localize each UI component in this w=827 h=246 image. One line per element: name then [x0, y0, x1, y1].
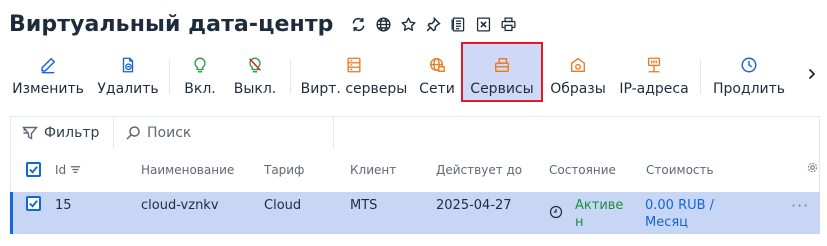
filter-icon: [22, 126, 38, 140]
cell-tariff: Cloud: [264, 198, 302, 213]
cell-cost-period[interactable]: Месяц: [645, 215, 688, 230]
toolbar-separator: [169, 60, 170, 94]
cell-state: Активе: [575, 198, 624, 213]
toolbar-separator: [700, 60, 701, 94]
column-header-tariff[interactable]: Тариф: [264, 163, 304, 177]
chevron-right-icon[interactable]: [804, 64, 820, 84]
document-icon[interactable]: [448, 13, 469, 35]
filter-bar: Фильтр Поиск: [10, 116, 820, 150]
column-header-client[interactable]: Клиент: [350, 163, 396, 177]
row-actions-menu[interactable]: ···: [791, 196, 809, 215]
networks-button[interactable]: Сети: [414, 50, 460, 104]
pencil-icon: [39, 54, 57, 76]
column-header-cost[interactable]: Стоимость: [646, 163, 714, 177]
bulb-on-icon: [191, 54, 209, 76]
cell-id: 15: [55, 198, 72, 213]
delete-button[interactable]: Удалить: [96, 50, 160, 104]
page-title: Виртуальный дата-центр: [9, 11, 334, 37]
cell-name: cloud-vznkv: [141, 198, 219, 213]
toolbar: Изменить Удалить Вкл. Выкл. Вирт. сервер…: [0, 42, 827, 104]
disk-image-icon: [569, 54, 587, 76]
toolbar-separator: [290, 60, 291, 94]
refresh-icon[interactable]: [348, 13, 369, 35]
server-icon: [345, 54, 363, 76]
table-header: Id Наименование Тариф Клиент Действует д…: [10, 150, 820, 192]
images-button[interactable]: Образы: [546, 50, 610, 104]
column-header-state[interactable]: Состояние: [549, 163, 616, 177]
cell-state-wrap: н: [575, 215, 584, 230]
filter-label: Фильтр: [44, 125, 100, 141]
column-header-valid-until[interactable]: Действует до: [436, 163, 522, 177]
power-on-button[interactable]: Вкл.: [180, 50, 220, 104]
column-header-name[interactable]: Наименование: [141, 163, 234, 177]
cell-client: MTS: [350, 198, 378, 213]
globe-icon[interactable]: [373, 13, 394, 35]
table-row[interactable]: 15 cloud-vznkv Cloud MTS 2025-04-27 Акти…: [10, 192, 820, 234]
services-button[interactable]: Сервисы: [461, 42, 543, 102]
virtual-servers-button[interactable]: Вирт. серверы: [300, 50, 408, 104]
pin-icon[interactable]: [423, 13, 444, 35]
cell-cost[interactable]: 0.00 RUB /: [645, 198, 714, 213]
network-globe-icon: [428, 54, 446, 76]
column-settings-icon[interactable]: [807, 162, 818, 176]
ip-addresses-button[interactable]: IP-адреса: [618, 50, 690, 104]
checkmark-icon: [29, 166, 38, 174]
star-icon[interactable]: [398, 13, 419, 35]
column-header-id[interactable]: Id: [55, 163, 81, 177]
excel-icon[interactable]: [473, 13, 494, 35]
filter-button[interactable]: Фильтр: [11, 117, 113, 149]
title-actions: [348, 13, 519, 35]
services-box-icon: [493, 54, 511, 76]
cell-valid-until: 2025-04-27: [436, 198, 512, 213]
search-icon: [126, 126, 140, 140]
edit-button[interactable]: Изменить: [10, 50, 86, 104]
print-icon[interactable]: [498, 13, 519, 35]
title-row: Виртуальный дата-центр: [9, 8, 519, 40]
bulb-off-icon: [246, 54, 264, 76]
row-checkbox[interactable]: [26, 196, 41, 211]
clock-icon: [740, 54, 758, 76]
search-input[interactable]: Поиск: [114, 117, 334, 149]
select-all-checkbox[interactable]: [26, 162, 41, 177]
delete-document-icon: [119, 54, 137, 76]
sort-icon: [70, 166, 81, 173]
clock-icon: [549, 205, 563, 223]
search-placeholder: Поиск: [147, 125, 192, 141]
extend-button[interactable]: Продлить: [712, 50, 786, 104]
power-off-button[interactable]: Выкл.: [230, 50, 280, 104]
checkmark-icon: [29, 200, 38, 208]
ip-network-icon: [645, 54, 663, 76]
